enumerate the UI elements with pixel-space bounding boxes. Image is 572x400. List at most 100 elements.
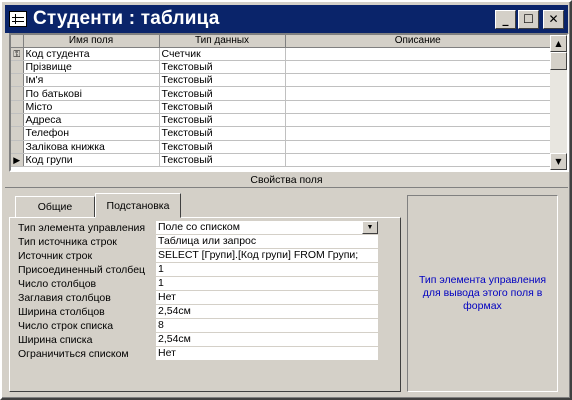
property-value-text: Нет — [158, 291, 176, 303]
field-name-cell[interactable]: Місто — [23, 100, 160, 114]
field-row[interactable]: Місто Текстовый — [11, 100, 551, 114]
scroll-up-arrow-icon: ▲ — [555, 39, 562, 48]
property-value[interactable]: Нет — [156, 347, 378, 360]
field-row[interactable]: По батькові Текстовый — [11, 86, 551, 101]
row-selector[interactable] — [11, 113, 24, 128]
row-selector[interactable] — [11, 73, 24, 88]
tab-general[interactable]: Общие — [15, 196, 95, 218]
header-row: Имя поля Тип данных Описание — [11, 35, 551, 48]
description-cell[interactable] — [285, 100, 551, 114]
property-value[interactable]: 1 — [156, 263, 378, 276]
field-name-cell[interactable]: Прізвище — [23, 60, 160, 75]
description-cell[interactable] — [285, 86, 551, 101]
field-name-cell[interactable]: По батькові — [23, 86, 160, 101]
description-cell[interactable] — [285, 126, 551, 141]
scroll-down-arrow-icon: ▼ — [555, 157, 562, 166]
description-cell[interactable] — [285, 73, 551, 88]
data-type-cell[interactable]: Текстовый — [159, 113, 286, 128]
field-properties-heading: Свойства поля — [5, 174, 568, 188]
description-cell[interactable] — [285, 153, 551, 168]
fields-table: Имя поля Тип данных Описание ⚿ Код студен… — [11, 35, 551, 168]
field-name-cell[interactable]: Залікова книжка — [23, 140, 160, 154]
field-row[interactable]: ▶ Код групи Текстовый — [11, 153, 551, 168]
scroll-thumb[interactable] — [550, 52, 567, 70]
data-type-cell[interactable]: Текстовый — [159, 60, 286, 75]
field-name-cell[interactable]: Ім'я — [23, 73, 160, 88]
row-selector[interactable] — [11, 86, 24, 101]
property-value-text: 2,54см — [158, 305, 191, 317]
property-label: Число столбцов — [18, 277, 97, 290]
field-row[interactable]: Ім'я Текстовый — [11, 73, 551, 88]
property-row: Число строк списка 8 — [16, 319, 378, 332]
row-selector-header[interactable] — [11, 35, 24, 48]
current-row-pointer-icon: ▶ — [13, 155, 21, 166]
primary-key-icon: ⚿ — [13, 48, 21, 59]
property-label: Ширина столбцов — [18, 305, 105, 318]
property-label: Тип элемента управления — [18, 221, 146, 234]
property-value-text: Таблица или запрос — [158, 235, 257, 247]
close-icon: ✕ — [548, 12, 559, 26]
field-row[interactable]: Прізвище Текстовый — [11, 60, 551, 75]
field-name-cell[interactable]: Код студента — [23, 47, 160, 61]
row-selector[interactable] — [11, 126, 24, 141]
field-row[interactable]: ⚿ Код студента Счетчик — [11, 47, 551, 61]
property-value[interactable]: Поле со списком ▼ — [156, 221, 378, 234]
property-value-text: 2,54см — [158, 333, 191, 345]
property-row: Тип источника строк Таблица или запрос — [16, 235, 378, 248]
property-label: Ограничиться списком — [18, 347, 129, 360]
row-selector[interactable] — [11, 140, 24, 154]
property-value[interactable]: SELECT [Групи].[Код групи] FROM Групи; — [156, 249, 378, 262]
property-value[interactable]: 2,54см — [156, 305, 378, 318]
minimize-button[interactable]: _ — [495, 9, 516, 29]
scroll-up-button[interactable]: ▲ — [550, 35, 567, 52]
col-header-data-type[interactable]: Тип данных — [159, 35, 286, 48]
property-value[interactable]: 1 — [156, 277, 378, 290]
data-type-cell[interactable]: Текстовый — [159, 153, 286, 168]
property-value-text: 1 — [158, 277, 164, 289]
description-cell[interactable] — [285, 60, 551, 75]
field-row[interactable]: Адреса Текстовый — [11, 113, 551, 128]
row-selector[interactable]: ▶ — [11, 153, 24, 168]
property-label: Источник строк — [18, 249, 93, 262]
field-name-cell[interactable]: Код групи — [23, 153, 160, 168]
data-type-cell[interactable]: Счетчик — [159, 47, 286, 61]
description-cell[interactable] — [285, 140, 551, 154]
tab-lookup[interactable]: Подстановка — [95, 193, 181, 218]
data-type-cell[interactable]: Текстовый — [159, 86, 286, 101]
vertical-scrollbar[interactable]: ▲ ▼ — [550, 35, 567, 170]
table-design-window: Студенти : таблица _ ☐ ✕ Имя поля Тип да… — [0, 0, 572, 400]
field-row[interactable]: Залікова книжка Текстовый — [11, 140, 551, 154]
description-cell[interactable] — [285, 113, 551, 128]
maximize-button[interactable]: ☐ — [518, 9, 539, 29]
col-header-description[interactable]: Описание — [285, 35, 551, 48]
property-value-text: SELECT [Групи].[Код групи] FROM Групи; — [158, 249, 359, 261]
property-value[interactable]: 2,54см — [156, 333, 378, 346]
description-cell[interactable] — [285, 47, 551, 61]
property-value[interactable]: Таблица или запрос — [156, 235, 378, 248]
lookup-tab-body: Тип элемента управления Поле со списком ▼ Т… — [9, 217, 401, 392]
title-bar[interactable]: Студенти : таблица _ ☐ ✕ — [5, 5, 568, 33]
property-label: Тип источника строк — [18, 235, 117, 248]
row-selector[interactable]: ⚿ — [11, 47, 24, 61]
field-name-cell[interactable]: Телефон — [23, 126, 160, 141]
row-selector[interactable] — [11, 100, 24, 114]
data-type-cell[interactable]: Текстовый — [159, 126, 286, 141]
field-name-cell[interactable]: Адреса — [23, 113, 160, 128]
row-selector[interactable] — [11, 60, 24, 75]
property-value[interactable]: Нет — [156, 291, 378, 304]
window-title: Студенти : таблица — [33, 8, 220, 29]
field-row[interactable]: Телефон Текстовый — [11, 126, 551, 141]
col-header-field-name[interactable]: Имя поля — [23, 35, 160, 48]
scroll-down-button[interactable]: ▼ — [550, 153, 567, 170]
property-value-text: Поле со списком — [158, 221, 240, 233]
data-type-cell[interactable]: Текстовый — [159, 140, 286, 154]
property-row: Источник строк SELECT [Групи].[Код групи]… — [16, 249, 378, 262]
close-button[interactable]: ✕ — [543, 9, 564, 29]
property-value[interactable]: 8 — [156, 319, 378, 332]
dropdown-button[interactable]: ▼ — [362, 221, 378, 234]
property-label: Заглавия столбцов — [18, 291, 111, 304]
data-type-cell[interactable]: Текстовый — [159, 100, 286, 114]
field-design-grid: Имя поля Тип данных Описание ⚿ Код студен… — [9, 33, 569, 172]
data-type-cell[interactable]: Текстовый — [159, 73, 286, 88]
property-value-text: 8 — [158, 319, 164, 331]
